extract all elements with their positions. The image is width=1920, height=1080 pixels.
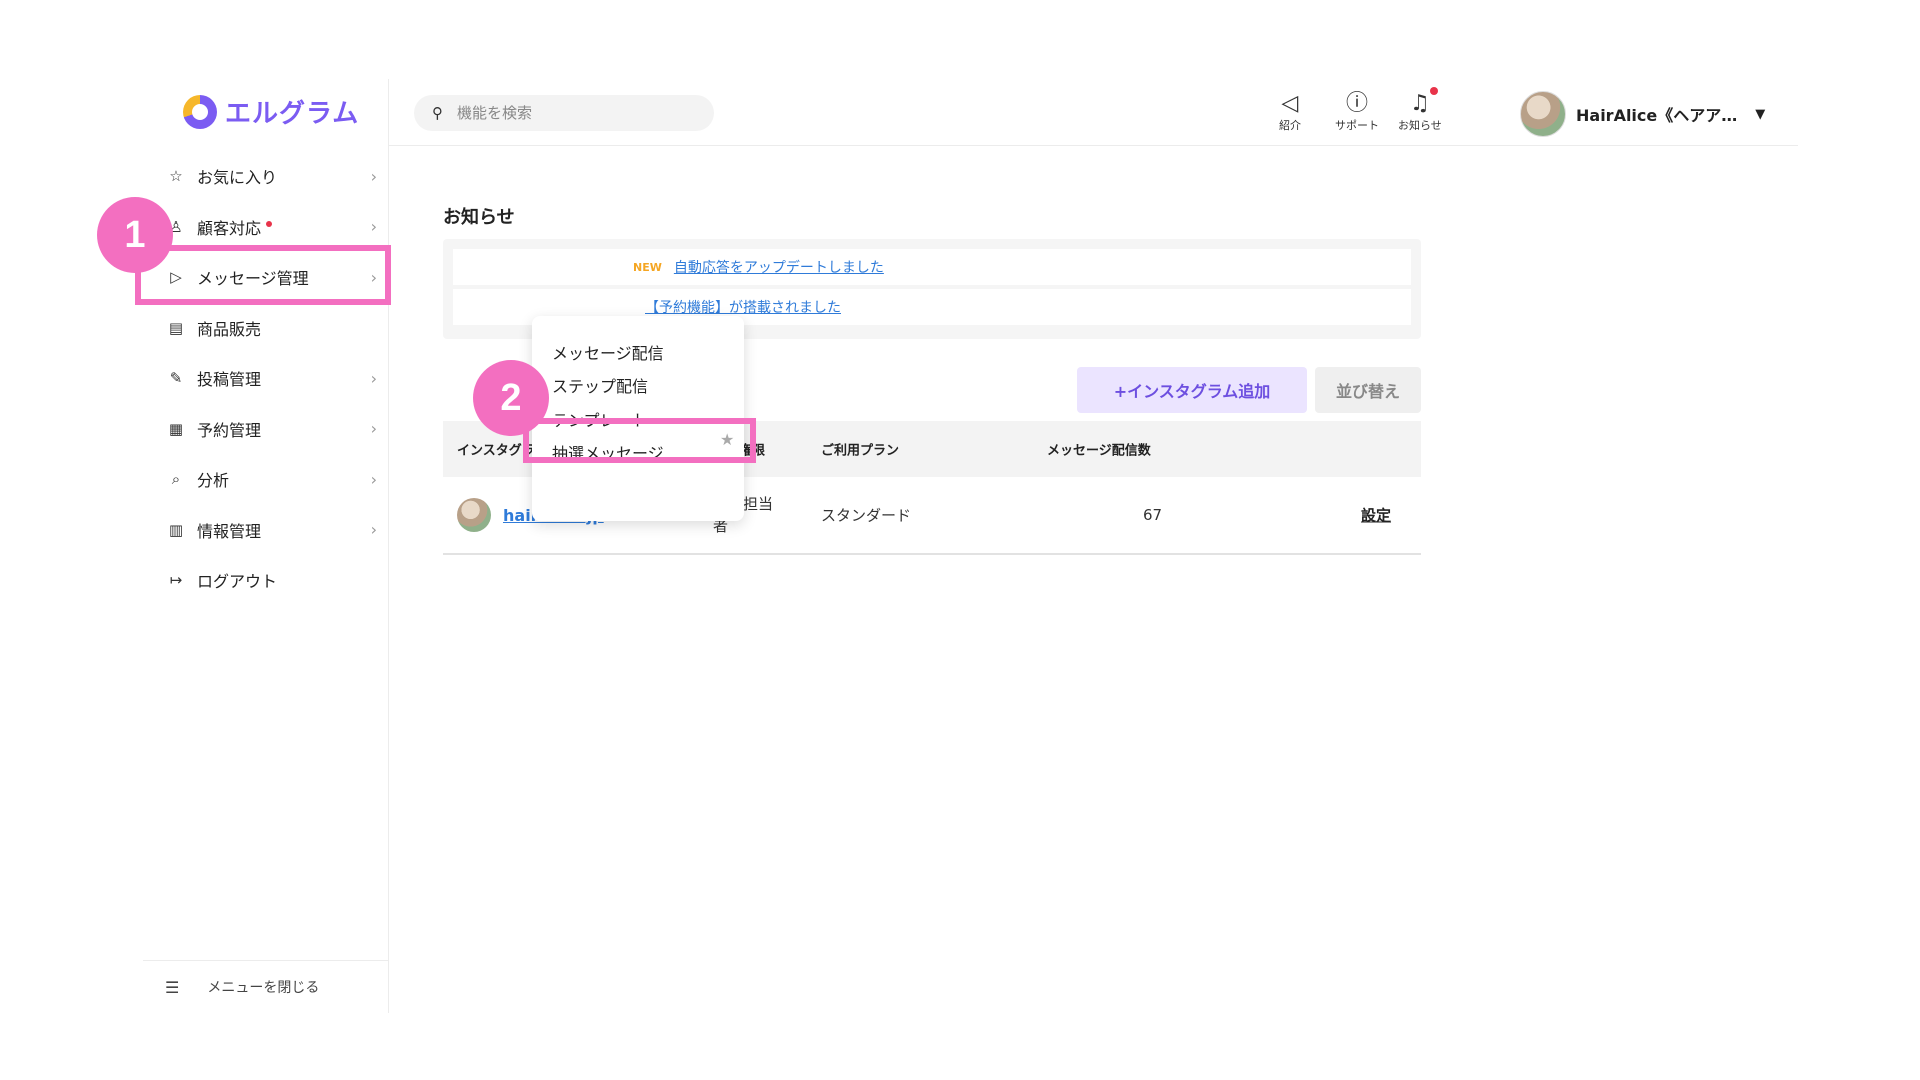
- close-menu-label: メニューを閉じる: [207, 980, 320, 996]
- star-icon: ☆: [169, 167, 183, 186]
- search-box[interactable]: ⚲: [414, 95, 714, 131]
- bell-icon: ♫: [1410, 87, 1438, 117]
- intro-label: 紹介: [1279, 119, 1301, 132]
- shop-icon: ▤: [168, 318, 184, 337]
- chevron-right-icon: ›: [370, 166, 377, 186]
- count-cell: 67: [1143, 506, 1163, 524]
- search-icon: ⚲: [432, 104, 443, 122]
- sidebar-item-analysis[interactable]: ⌕ 分析 ›: [143, 454, 389, 505]
- news-link[interactable]: 自動応答をアップデートしました: [674, 257, 884, 277]
- sidebar-item-label: お気に入り: [197, 168, 278, 188]
- account-avatar: [457, 498, 491, 532]
- notice-button[interactable]: ♫ お知らせ: [1398, 87, 1442, 133]
- sort-button[interactable]: 並び替え: [1315, 367, 1421, 413]
- logo-text: エルグラム: [225, 99, 360, 129]
- plan-cell: スタンダード: [821, 506, 912, 525]
- analysis-icon: ⌕: [171, 470, 181, 489]
- column-header: ご利用プラン: [821, 443, 900, 459]
- news-item: NEW 自動応答をアップデートしました: [453, 249, 1411, 285]
- support-button[interactable]: ⓘ サポート: [1335, 91, 1379, 133]
- highlight-box-message-menu: [135, 245, 391, 305]
- chevron-right-icon: ›: [370, 217, 377, 237]
- megaphone-icon: ◁: [1281, 91, 1299, 116]
- logo[interactable]: エルグラム: [183, 93, 359, 130]
- notification-dot: [266, 220, 273, 227]
- sidebar-item-label: 顧客対応: [197, 218, 262, 238]
- chevron-right-icon: ›: [370, 520, 377, 540]
- caret-down-icon: ▼: [1755, 106, 1766, 122]
- sidebar-item-favorites[interactable]: ☆ お気に入り ›: [143, 151, 389, 202]
- app-window: エルグラム ☆ お気に入り › ♙ 顧客対応 › ▷ メッセージ管理 › ▤ 商…: [97, 79, 1798, 1013]
- submenu-item-step-delivery[interactable]: ステップ配信: [552, 373, 648, 397]
- help-icon: ⓘ: [1345, 91, 1368, 116]
- collapse-menu-icon: ☰: [165, 977, 180, 997]
- new-badge: NEW: [633, 260, 662, 274]
- add-instagram-button[interactable]: +インスタグラム追加: [1077, 367, 1307, 413]
- user-name: HairAlice《ヘアア…: [1576, 106, 1738, 125]
- sidebar: エルグラム ☆ お気に入り › ♙ 顧客対応 › ▷ メッセージ管理 › ▤ 商…: [143, 79, 389, 1013]
- sidebar-item-label: 投稿管理: [197, 370, 262, 390]
- edit-icon: ✎: [169, 369, 183, 388]
- chart-icon: ▥: [168, 520, 184, 539]
- sidebar-item-label: ログアウト: [197, 572, 278, 592]
- notification-dot: [1429, 87, 1438, 95]
- news-title: お知らせ: [443, 207, 515, 228]
- step-badge-1: 1: [97, 197, 173, 273]
- logo-icon: [183, 94, 217, 129]
- chevron-right-icon: ›: [370, 419, 377, 439]
- sidebar-item-info[interactable]: ▥ 情報管理 ›: [143, 505, 389, 556]
- settings-link[interactable]: 設定: [1361, 505, 1391, 526]
- column-header: メッセージ配信数: [1047, 443, 1151, 459]
- chevron-right-icon: ›: [370, 469, 377, 489]
- calendar-icon: ▦: [168, 419, 184, 438]
- top-header: ⚲ ◁ 紹介 ⓘ サポート ♫ お知らせ HairAlice《ヘアア… ▼: [389, 79, 1798, 146]
- sidebar-item-posts[interactable]: ✎ 投稿管理 ›: [143, 353, 389, 404]
- sidebar-item-reservation[interactable]: ▦ 予約管理 ›: [143, 404, 389, 455]
- step-badge-2: 2: [473, 360, 549, 436]
- search-input[interactable]: [457, 104, 687, 122]
- support-label: サポート: [1335, 119, 1379, 132]
- news-link[interactable]: 【予約機能】が搭載されました: [645, 297, 841, 317]
- avatar: [1520, 91, 1566, 137]
- user-menu[interactable]: HairAlice《ヘアア… ▼: [1520, 91, 1765, 137]
- sidebar-item-label: 分析: [197, 471, 230, 491]
- notice-label: お知らせ: [1398, 119, 1442, 132]
- sidebar-item-shop[interactable]: ▤ 商品販売: [143, 303, 389, 354]
- chevron-right-icon: ›: [370, 368, 377, 388]
- logout-icon: ↦: [169, 571, 183, 590]
- intro-button[interactable]: ◁ 紹介: [1279, 91, 1301, 133]
- sidebar-item-logout[interactable]: ↦ ログアウト: [143, 555, 389, 606]
- submenu-item-message-delivery[interactable]: メッセージ配信: [552, 340, 664, 364]
- close-menu-button[interactable]: ☰ メニューを閉じる: [143, 960, 389, 1013]
- sidebar-nav: ☆ お気に入り › ♙ 顧客対応 › ▷ メッセージ管理 › ▤ 商品販売 ✎: [143, 151, 389, 606]
- sidebar-item-label: 商品販売: [197, 319, 262, 339]
- sidebar-item-label: 情報管理: [197, 521, 262, 541]
- sidebar-item-label: 予約管理: [197, 420, 262, 440]
- highlight-box-template: [523, 418, 756, 463]
